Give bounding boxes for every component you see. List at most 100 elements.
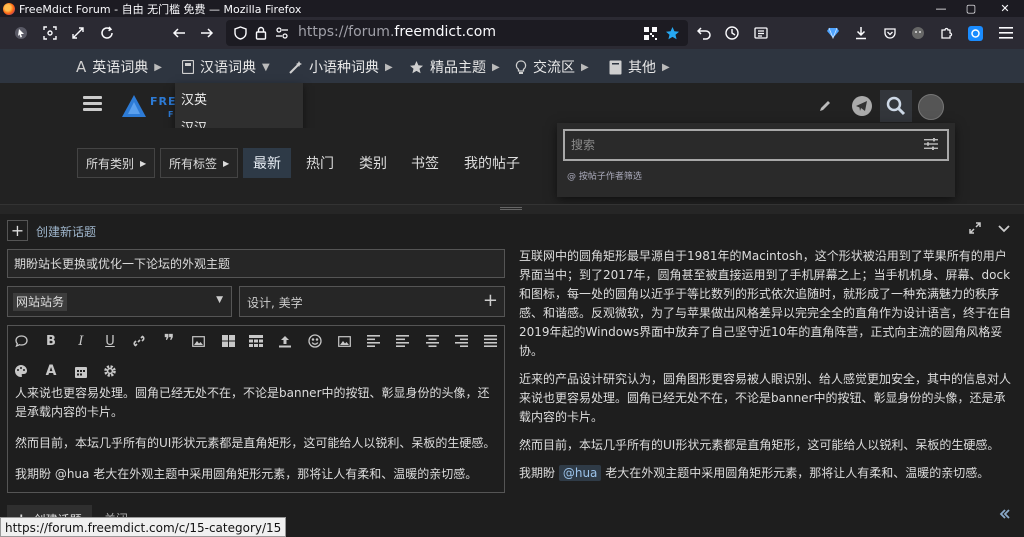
align-center-icon[interactable] <box>424 333 440 349</box>
underline-icon[interactable]: U <box>102 333 118 349</box>
history-icon[interactable] <box>722 23 742 43</box>
addon-face-icon[interactable] <box>908 23 928 43</box>
caret-right-icon: ▶ <box>223 158 230 168</box>
menu-other[interactable]: 其他 ▶ <box>609 57 670 77</box>
user-mention[interactable]: @hua <box>558 465 602 481</box>
book-icon <box>182 60 194 74</box>
pencil-icon[interactable] <box>812 93 838 119</box>
undo-icon[interactable] <box>694 23 714 43</box>
search-box <box>563 129 949 161</box>
grid-icon[interactable] <box>248 333 264 349</box>
extensions-puzzle-icon[interactable] <box>937 23 957 43</box>
nav-my-posts[interactable]: 我的帖子 <box>454 148 530 178</box>
preview-paragraph: 然而目前，本坛几乎所有的UI形状元素都是直角矩形，这可能给人以锐利、呆板的生硬感… <box>519 438 1000 452</box>
gear-icon[interactable] <box>102 363 118 379</box>
search-icon <box>886 96 906 116</box>
menu-minor-lang-dict[interactable]: 小语种词典 ▶ <box>288 57 393 77</box>
dropdown-item-chinese-english[interactable]: 汉英 <box>181 89 207 108</box>
shield-icon[interactable] <box>230 23 250 43</box>
bold-icon[interactable]: B <box>43 333 59 349</box>
back-icon[interactable] <box>169 23 189 43</box>
bookmark-star-icon[interactable] <box>662 23 682 43</box>
calendar-icon[interactable] <box>73 363 89 379</box>
menu-chinese-dict[interactable]: 汉语词典 ▼ <box>182 57 270 77</box>
category-select[interactable]: 网站站务 ▼ <box>7 286 232 317</box>
double-chevron-left-icon[interactable] <box>999 508 1011 524</box>
nav-bookmarks[interactable]: 书签 <box>401 148 449 178</box>
reload-icon[interactable] <box>97 23 117 43</box>
table-icon[interactable] <box>220 333 236 349</box>
bulb-icon <box>515 59 527 74</box>
plus-icon[interactable]: + <box>7 220 28 241</box>
search-button[interactable] <box>880 90 912 122</box>
align-right-icon[interactable] <box>453 333 469 349</box>
menu-exchange[interactable]: 交流区 ▶ <box>515 57 589 77</box>
preview-paragraph: 我期盼 @hua 老大在外观主题中采用圆角矩形元素，那将让人有柔和、温暖的亲切感… <box>519 465 990 481</box>
grip-handle[interactable] <box>500 207 522 210</box>
wand-icon <box>289 60 302 74</box>
tag-select[interactable]: 设计, 美学 + <box>239 286 505 317</box>
reader-view-icon[interactable] <box>751 23 771 43</box>
plus-icon[interactable]: + <box>483 290 498 311</box>
minimize-button[interactable]: — <box>926 0 956 17</box>
align-left-alt-icon[interactable] <box>394 333 410 349</box>
close-window-button[interactable]: ✕ <box>990 0 1020 17</box>
editor-paragraph: 人来说也更容易处理。圆角已经无处不在，不论是banner中的按钮、彰显身份的头像… <box>15 386 490 419</box>
download-icon[interactable] <box>851 23 871 43</box>
align-left-icon[interactable] <box>365 333 381 349</box>
chevron-down-icon[interactable] <box>998 222 1010 237</box>
caret-right-icon: ▶ <box>662 61 670 73</box>
blockquote-icon[interactable]: ❞ <box>161 331 177 352</box>
forward-icon[interactable] <box>197 23 217 43</box>
all-tags-filter[interactable]: 所有标签 ▶ <box>160 148 239 178</box>
search-input[interactable] <box>571 136 911 154</box>
user-avatar[interactable] <box>918 94 944 120</box>
nav-categories[interactable]: 类别 <box>349 148 397 178</box>
editor-paragraph: 我期盼 @hua 老大在外观主题中采用圆角矩形元素，那将让人有柔和、温暖的亲切感… <box>15 467 478 481</box>
fullscreen-icon[interactable] <box>68 23 88 43</box>
maximize-button[interactable]: ▢ <box>956 0 986 17</box>
app-menu-icon[interactable] <box>996 23 1016 43</box>
permissions-icon[interactable] <box>272 23 292 43</box>
menu-featured[interactable]: 精品主题 ▶ <box>409 57 500 77</box>
align-justify-icon[interactable] <box>482 333 498 349</box>
preview-paragraph: 近来的产品设计研究认为，圆角图形更容易被人眼识别、给人感觉更加安全，其中的信息对… <box>519 372 1012 424</box>
emoji-icon[interactable] <box>307 333 323 349</box>
preview-pane: 互联网中的圆角矩形最早源自于1981年的Macintosh，这个形状被沿用到了苹… <box>519 247 1017 492</box>
freemdict-logo[interactable] <box>120 93 148 121</box>
firefox-icon <box>3 2 15 15</box>
telegram-icon[interactable] <box>849 93 875 119</box>
translate-extension-icon[interactable] <box>965 23 985 43</box>
expand-icon[interactable] <box>969 222 981 237</box>
diamond-extension-icon[interactable] <box>823 23 843 43</box>
image-alt-icon[interactable] <box>336 333 352 349</box>
editor-text[interactable]: 人来说也更容易处理。圆角已经无处不在，不论是banner中的按钮、彰显身份的头像… <box>15 384 500 496</box>
lock-icon[interactable] <box>251 23 271 43</box>
caret-down-icon: ▼ <box>216 295 223 305</box>
url-text[interactable]: https://forum.freemdict.com <box>298 24 496 40</box>
quote-bubble-icon[interactable] <box>13 333 29 349</box>
pointer-icon[interactable] <box>11 23 31 43</box>
filter-by-author-link[interactable]: @ 按帖子作者筛选 <box>567 169 642 182</box>
menu-english-dict[interactable]: A 英语词典 ▶ <box>76 57 162 77</box>
window-titlebar: FreeMdict Forum - 自由 无门槛 免费 — Mozilla Fi… <box>0 0 1024 17</box>
upload-icon[interactable] <box>277 333 293 349</box>
font-color-icon[interactable]: A <box>43 363 59 379</box>
image-icon[interactable] <box>190 333 206 349</box>
all-categories-filter[interactable]: 所有类别 ▶ <box>77 148 156 178</box>
nav-latest[interactable]: 最新 <box>243 148 291 178</box>
palette-icon[interactable] <box>13 363 29 379</box>
save-to-pocket-icon[interactable] <box>880 23 900 43</box>
topic-title-input[interactable] <box>8 250 504 277</box>
search-options-icon[interactable] <box>924 138 938 154</box>
link-icon[interactable] <box>131 333 147 349</box>
qr-code-icon[interactable] <box>640 23 660 43</box>
category-chip: 网站站务 <box>13 293 68 311</box>
hamburger-menu-icon[interactable] <box>83 96 102 112</box>
nav-hot[interactable]: 热门 <box>296 148 344 178</box>
italic-icon[interactable]: I <box>73 333 89 349</box>
caret-right-icon: ▶ <box>581 61 589 73</box>
caret-down-icon: ▼ <box>262 61 270 73</box>
topic-title-field <box>7 249 505 278</box>
screenshot-icon[interactable] <box>40 23 60 43</box>
